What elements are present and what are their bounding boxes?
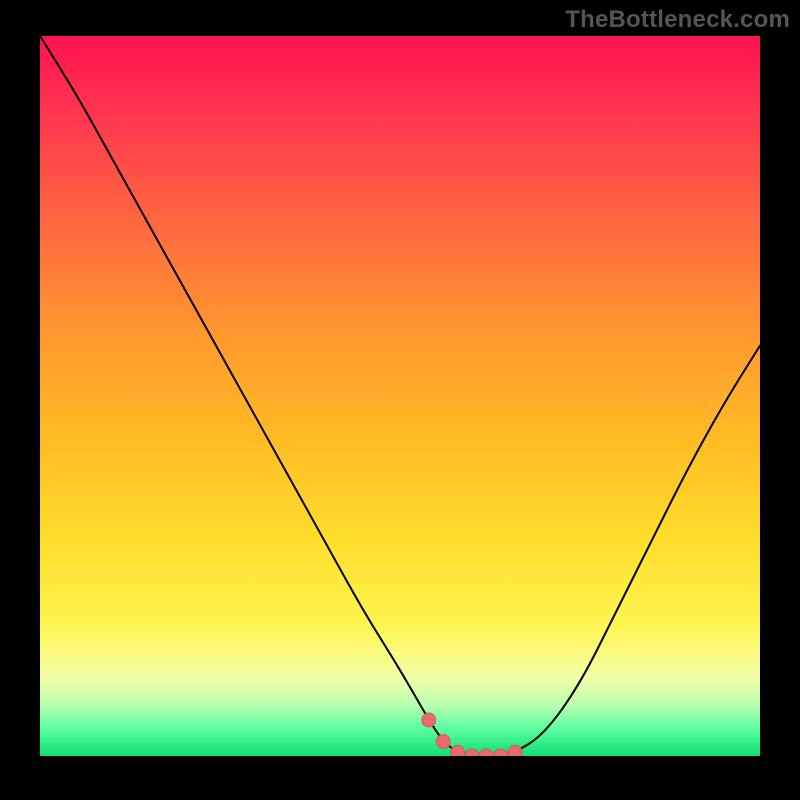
watermark-text: TheBottleneck.com — [565, 6, 790, 34]
valley-marker — [465, 749, 479, 756]
valley-marker — [508, 745, 522, 756]
plot-area — [40, 36, 760, 756]
chart-frame: TheBottleneck.com — [0, 0, 800, 800]
valley-marker — [451, 745, 465, 756]
valley-marker — [422, 713, 436, 727]
bottleneck-curve — [40, 36, 760, 756]
valley-marker — [436, 735, 450, 749]
valley-marker — [494, 749, 508, 756]
bottleneck-curve-svg — [40, 36, 760, 756]
valley-markers — [422, 713, 522, 756]
valley-marker — [479, 749, 493, 756]
